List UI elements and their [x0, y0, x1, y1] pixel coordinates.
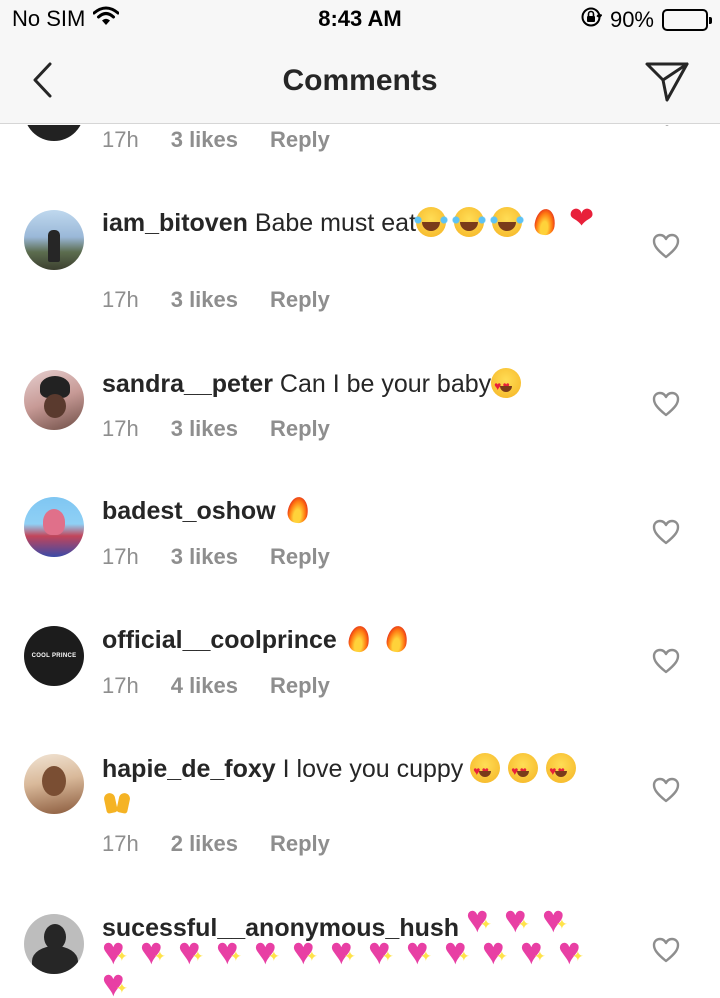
reply-button[interactable]: Reply — [270, 544, 330, 570]
chevron-left-icon — [33, 62, 52, 98]
sparkle-emoji-icon — [368, 936, 398, 974]
comment-body: sandra__peter Can I be your baby — [102, 368, 612, 402]
comment-time: 17h — [102, 673, 139, 698]
heart-emoji-icon — [568, 203, 598, 237]
sparkle-emoji-icon — [558, 936, 588, 974]
comment-username[interactable]: iam_bitoven — [102, 209, 248, 237]
comment-likes[interactable]: 2 likes — [171, 831, 238, 857]
comment-time: 17h — [102, 127, 139, 152]
like-heart-icon[interactable] — [652, 777, 680, 803]
like-heart-icon[interactable] — [652, 648, 680, 674]
sparkle-emoji-icon — [330, 936, 360, 974]
like-heart-icon[interactable] — [652, 391, 680, 417]
battery-icon — [662, 9, 712, 31]
like-heart-icon[interactable] — [654, 125, 680, 127]
fire-emoji-icon — [283, 495, 313, 525]
direct-send-button[interactable] — [642, 56, 692, 106]
comment-username[interactable]: badest_oshow — [102, 497, 276, 525]
status-right: 90% — [580, 6, 712, 34]
comment-username[interactable]: hapie_de_foxy — [102, 755, 276, 783]
heart-eyes-emoji-icon — [546, 753, 577, 787]
joy-emoji-icon — [414, 207, 449, 237]
comment-text: Can I be your baby — [279, 370, 492, 398]
sparkle-emoji-icon — [444, 936, 474, 974]
comment-meta: 17h 3 likes Reply — [102, 416, 330, 442]
avatar[interactable] — [24, 210, 84, 270]
comment-likes[interactable]: 4 likes — [171, 673, 238, 699]
sparkle-emoji-icon — [482, 936, 512, 974]
status-bar: No SIM 8:43 AM 90% — [0, 0, 720, 40]
comment-text: Babe must eat — [254, 209, 417, 237]
fire-emoji-icon — [530, 207, 560, 237]
comment-meta: 17h 3 likes Reply — [102, 127, 330, 153]
comment-likes[interactable]: 3 likes — [171, 127, 238, 153]
avatar[interactable]: COOL PRINCE — [24, 626, 84, 686]
comment-body: official__coolprince — [102, 624, 612, 656]
fire-emoji-icon — [344, 624, 374, 654]
comment-likes[interactable]: 3 likes — [171, 544, 238, 570]
like-heart-icon[interactable] — [652, 937, 680, 963]
comment-username[interactable]: official__coolprince — [102, 626, 337, 654]
comment-time: 17h — [102, 416, 139, 441]
reply-button[interactable]: Reply — [270, 831, 330, 857]
like-heart-icon[interactable] — [652, 233, 680, 259]
comment-text: I love you cuppy — [282, 755, 464, 783]
comment-body: badest_oshow — [102, 495, 612, 527]
reply-button[interactable]: Reply — [270, 416, 330, 442]
comment-body: iam_bitoven Babe must eat — [102, 203, 612, 239]
avatar[interactable] — [24, 497, 84, 557]
avatar[interactable] — [24, 125, 84, 141]
like-heart-icon[interactable] — [652, 519, 680, 545]
comment-body: hapie_de_foxy I love you cuppy — [102, 753, 612, 817]
sparkle-emoji-icon — [254, 936, 284, 974]
joy-emoji-icon — [452, 207, 487, 237]
avatar[interactable] — [24, 370, 84, 430]
comment-time: 17h — [102, 287, 139, 312]
heart-eyes-emoji-icon — [470, 753, 501, 787]
sparkle-emoji-icon — [102, 968, 132, 998]
avatar[interactable] — [24, 754, 84, 814]
avatar-label: COOL PRINCE — [31, 653, 77, 659]
comment-meta: 17h 3 likes Reply — [102, 544, 330, 570]
comment-likes[interactable]: 3 likes — [171, 287, 238, 313]
comment-meta: 17h 2 likes Reply — [102, 831, 330, 857]
reply-button[interactable]: Reply — [270, 673, 330, 699]
comment-username[interactable]: sandra__peter — [102, 370, 273, 398]
orientation-lock-icon — [580, 6, 603, 34]
back-button[interactable] — [22, 58, 62, 102]
navigation-bar: Comments — [0, 40, 720, 124]
fire-emoji-icon — [382, 624, 412, 654]
comments-feed: 17h 3 likes Reply iam_bitoven Babe must … — [0, 125, 720, 998]
page-title: Comments — [282, 64, 438, 97]
sparkle-emoji-icon — [140, 936, 170, 974]
comment-time: 17h — [102, 544, 139, 569]
comment-meta: 17h 4 likes Reply — [102, 673, 330, 699]
sparkle-emoji-icon — [406, 936, 436, 974]
joy-emoji-icon — [490, 207, 525, 237]
reply-button[interactable]: Reply — [270, 287, 330, 313]
comment-time: 17h — [102, 831, 139, 856]
sparkle-emoji-icon — [520, 936, 550, 974]
heart-eyes-emoji-icon — [508, 753, 539, 787]
battery-percent: 90% — [609, 7, 654, 32]
sparkle-emoji-icon — [216, 936, 246, 974]
comment-body: sucessful__anonymous_hush — [102, 904, 602, 998]
sparkle-emoji-icon — [292, 936, 322, 974]
sparkle-emoji-icon — [178, 936, 208, 974]
comment-likes[interactable]: 3 likes — [171, 416, 238, 442]
heart-eyes-emoji-icon — [491, 368, 522, 402]
avatar[interactable] — [24, 914, 84, 974]
comment-meta: 17h 3 likes Reply — [102, 287, 330, 313]
hands-emoji-icon — [102, 785, 132, 815]
reply-button[interactable]: Reply — [270, 127, 330, 153]
direct-send-icon — [645, 62, 689, 102]
